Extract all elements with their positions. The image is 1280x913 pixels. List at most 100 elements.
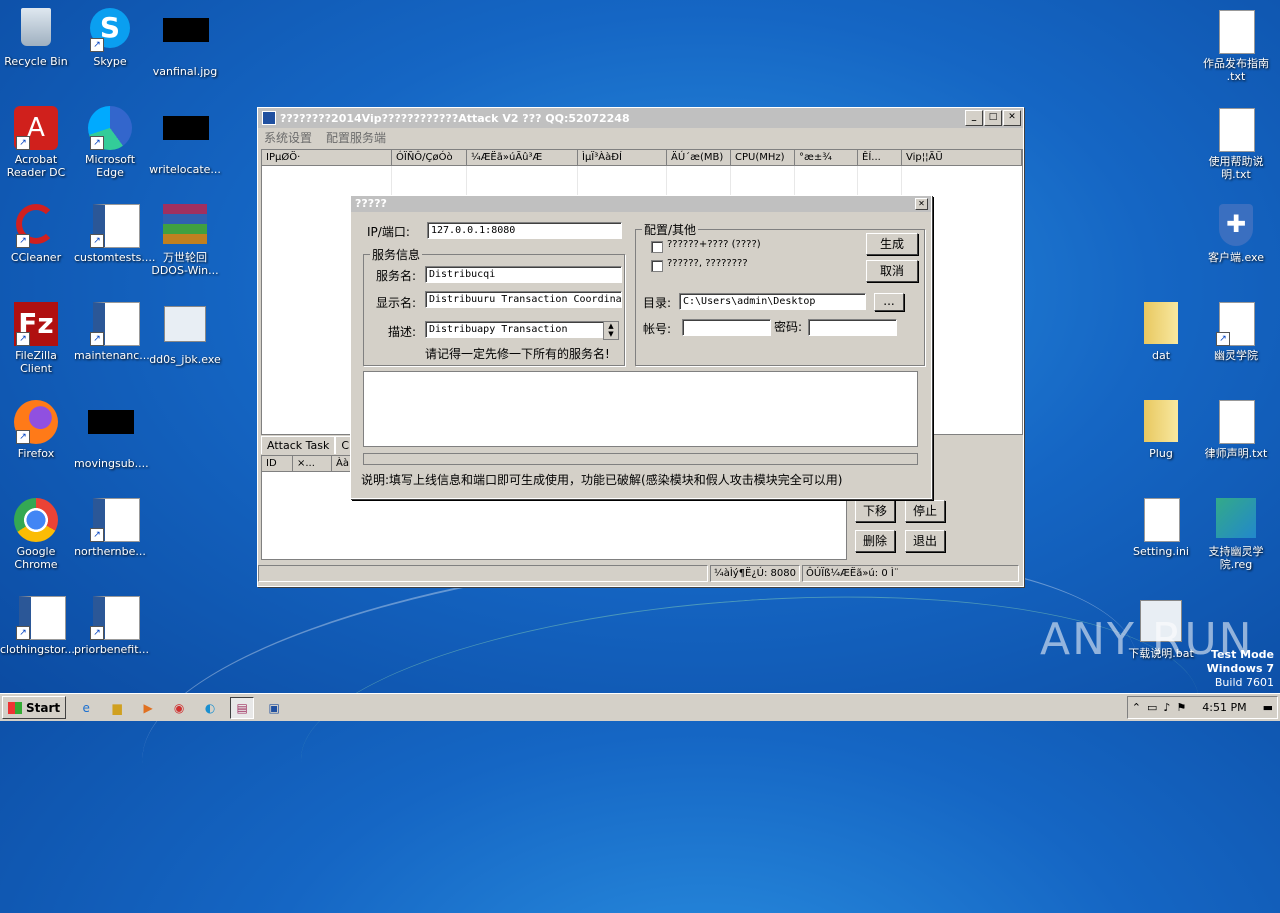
col-x[interactable]: ×... (293, 456, 332, 472)
app-icon (262, 111, 276, 125)
explorer-taskbar-icon[interactable]: ▆ (106, 698, 128, 718)
desktop-icon-clothingstor[interactable]: ↗ clothingstor... (0, 596, 75, 656)
col-id[interactable]: ID (262, 456, 293, 472)
desktop-icon-skype[interactable]: S ↗ Skype (74, 8, 146, 68)
account-input[interactable] (682, 319, 771, 336)
display-name-input[interactable]: Distribuuru Transaction Coordina (425, 291, 622, 308)
word-doc-icon: ↗ (88, 596, 140, 640)
status-port: ¼àÌý¶Ë¿Ú: 8080 (710, 565, 800, 582)
window-title: ????????2014Vip????????????Attack V2 ???… (280, 111, 630, 125)
service-name-input[interactable]: Distribucqi (425, 266, 622, 283)
show-desktop-icon[interactable]: ▬ (1263, 701, 1273, 714)
desktop-icon-northernbe[interactable]: ↗ northernbe... (74, 498, 146, 558)
password-label: 密码: (774, 320, 803, 334)
desktop-icon-recycle-bin[interactable]: Recycle Bin (0, 8, 72, 68)
col-vip[interactable]: Vip¦¦ÃÜ (902, 150, 1022, 166)
description-spinner[interactable]: ▲ ▼ (603, 321, 619, 340)
ie-taskbar-icon[interactable]: e (75, 698, 97, 718)
desktop-icon-ccleaner[interactable]: ↗ CCleaner (0, 204, 72, 264)
cancel-button[interactable]: 取消 (866, 260, 918, 282)
directory-input[interactable]: C:\Users\admin\Desktop (679, 293, 866, 310)
desktop-icon-chrome[interactable]: Google Chrome (0, 498, 72, 571)
chrome-taskbar-icon[interactable]: ◉ (168, 698, 190, 718)
maximize-button[interactable]: □ (984, 110, 1002, 126)
volume-icon[interactable]: ♪ (1163, 701, 1170, 714)
col-other[interactable]: ÊÍ... (858, 150, 902, 166)
minimize-button[interactable]: _ (965, 110, 983, 126)
desktop-icon-movingsub[interactable]: movingsub.... (74, 400, 149, 470)
ip-port-input[interactable]: 127.0.0.1:8080 (427, 222, 622, 239)
display-name-label: 显示名: (376, 296, 417, 310)
close-button[interactable]: ✕ (1003, 110, 1021, 126)
menu-system-settings[interactable]: 系统设置 (264, 129, 312, 146)
browse-button[interactable]: ... (874, 293, 904, 311)
stop-button[interactable]: 停止 (905, 500, 945, 522)
start-button[interactable]: Start (2, 696, 67, 719)
desktop-icon-firefox[interactable]: ↗ Firefox (0, 400, 72, 460)
desktop-icon-ddos-win[interactable]: 万世轮回 DDOS-Win... (149, 204, 221, 277)
edge-icon: ↗ (88, 106, 132, 150)
option-label-1: ??????+???? (????) (667, 239, 761, 250)
output-log[interactable] (363, 371, 918, 447)
skype-icon: S ↗ (88, 8, 132, 52)
desktop-icon-setting-ini[interactable]: Setting.ini (1125, 498, 1197, 558)
word-doc-icon: ↗ (88, 302, 140, 346)
col-cpu[interactable]: CPU(MHz) (731, 150, 795, 166)
tray-expand-icon[interactable]: ⌃ (1132, 701, 1141, 714)
desktop-icon-plug[interactable]: Plug (1125, 400, 1197, 460)
exe-icon (163, 306, 207, 350)
desktop-icon-customtests[interactable]: ↗ customtests.... (74, 204, 155, 264)
desktop-icon-vanfinal[interactable]: vanfinal.jpg (149, 8, 221, 78)
winrar-taskbar-icon[interactable]: ▤ (230, 696, 255, 719)
option-checkbox-1[interactable] (651, 241, 663, 253)
desktop-icon-lawyer-statement[interactable]: 律师声明.txt (1200, 400, 1272, 460)
col-memory[interactable]: ÄÚ´æ(MB) (667, 150, 731, 166)
desktop-icon-dd0s-jbk[interactable]: dd0s_jbk.exe (149, 302, 221, 366)
col-version[interactable]: °æ±¾ (795, 150, 858, 166)
main-window-titlebar[interactable]: ????????2014Vip????????????Attack V2 ???… (258, 108, 1023, 128)
flag-icon[interactable]: ⚑ (1176, 701, 1186, 714)
clock[interactable]: 4:51 PM (1202, 701, 1246, 714)
desktop-icon-writelocate[interactable]: writelocate... (149, 106, 221, 176)
desktop-icon-filezilla[interactable]: Fz ↗ FileZilla Client (0, 302, 72, 375)
test-mode-label: Test Mode Windows 7 Build 7601 (1206, 648, 1274, 689)
col-ip[interactable]: IPµØÖ· (262, 150, 392, 166)
ccleaner-icon: ↗ (14, 204, 58, 248)
desktop-icon-support-reg[interactable]: 支持幽灵学院.reg (1200, 498, 1272, 571)
ip-port-label: IP/端口: (367, 225, 410, 239)
status-bar: ¼àÌý¶Ë¿Ú: 8080 ÔÚÏß¼ÆËã»ú: 0 Ì¨ (258, 565, 1021, 583)
desktop-icon-client-exe[interactable]: ✚ 客户端.exe (1200, 204, 1272, 264)
desktop-icon-acrobat[interactable]: A ↗ Acrobat Reader DC (0, 106, 72, 179)
desktop-icon-ghost-academy[interactable]: ↗ 幽灵学院 (1200, 302, 1272, 362)
exit-button[interactable]: 退出 (905, 530, 945, 552)
col-computer[interactable]: ¼ÆËã»úÃû³Æ (467, 150, 578, 166)
desktop-icon-maintenance[interactable]: ↗ maintenanc... (74, 302, 150, 362)
tab-attack-task[interactable]: Attack Task (261, 436, 336, 454)
desktop-icon-edge[interactable]: ↗ Microsoft Edge (74, 106, 146, 179)
attack-app-taskbar-icon[interactable]: ▣ (263, 698, 285, 718)
desktop-icon-priorbenefit[interactable]: ↗ priorbenefit... (74, 596, 149, 656)
edge-taskbar-icon[interactable]: ◐ (199, 698, 221, 718)
reg-file-icon (1214, 498, 1258, 542)
option-checkbox-2[interactable] (651, 260, 663, 272)
delete-button[interactable]: 删除 (855, 530, 895, 552)
menu-configure-server[interactable]: 配置服务端 (326, 129, 386, 146)
winrar-icon (163, 204, 207, 248)
media-player-taskbar-icon[interactable]: ▶ (137, 698, 159, 718)
password-input[interactable] (808, 319, 897, 336)
desktop-icon-publish-guide[interactable]: 作品发布指南 .txt (1200, 10, 1272, 83)
dialog-titlebar[interactable]: ????? ✕ (351, 196, 931, 212)
desktop-icon-dat[interactable]: dat (1125, 302, 1197, 362)
folder-icon (1139, 302, 1183, 346)
move-down-button[interactable]: 下移 (855, 500, 895, 522)
firefox-icon: ↗ (14, 400, 58, 444)
col-region[interactable]: ÓÏÑÔ/ÇøÓò (392, 150, 467, 166)
network-icon[interactable]: ▭ (1147, 701, 1157, 714)
desktop-icon-help-txt[interactable]: 使用帮助说明.txt (1200, 108, 1272, 181)
description-input[interactable]: Distribuapy Transaction (425, 321, 604, 338)
generate-button[interactable]: 生成 (866, 233, 918, 255)
status-empty (258, 565, 708, 582)
host-list-header: IPµØÖ· ÓÏÑÔ/ÇøÓò ¼ÆËã»úÃû³Æ ÌµÏ³ÀàÐÍ ÄÚ´… (262, 150, 1022, 166)
dialog-close-button[interactable]: ✕ (915, 198, 928, 210)
col-system[interactable]: ÌµÏ³ÀàÐÍ (578, 150, 667, 166)
